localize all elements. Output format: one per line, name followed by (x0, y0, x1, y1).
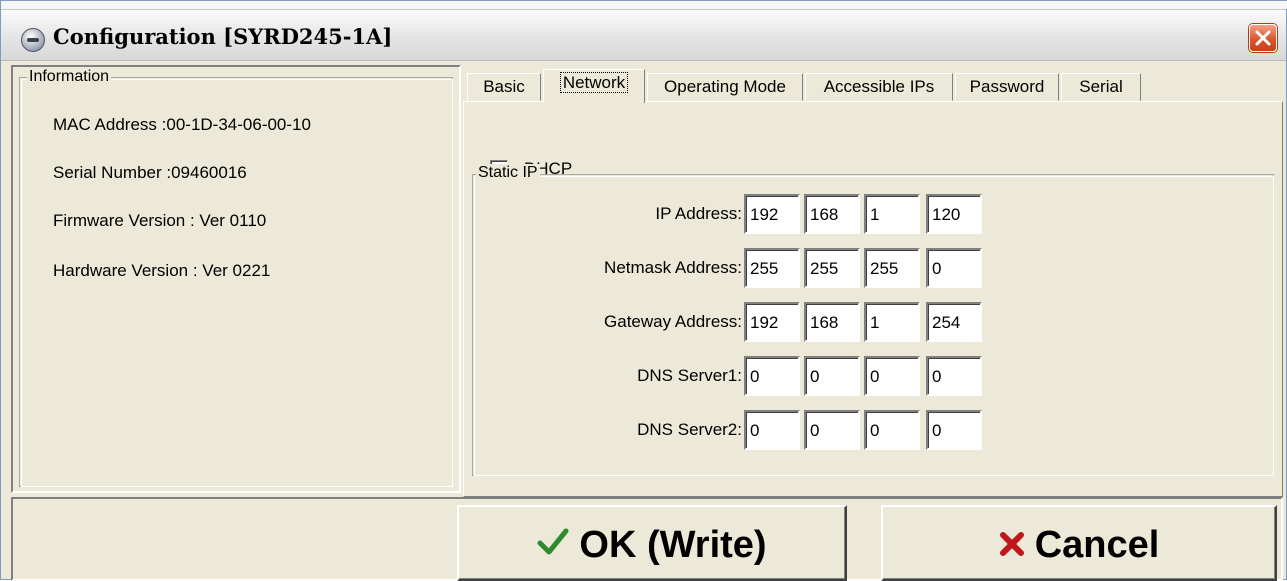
top-strip (1, 1, 1287, 9)
close-button[interactable] (1249, 24, 1277, 52)
tab-operating-mode[interactable]: Operating Mode (647, 73, 803, 101)
x-mark-icon (999, 509, 1025, 581)
ok-button-label: OK (Write) (579, 523, 767, 566)
cancel-button[interactable]: Cancel (881, 505, 1277, 581)
static-ip-legend: Static IP (476, 164, 540, 182)
ip-address-label: IP Address: (655, 204, 742, 223)
dns-server1-octet-1-input[interactable] (744, 356, 800, 396)
ip-address-octet-4-input[interactable] (926, 194, 982, 234)
tab-label: Password (969, 77, 1045, 96)
netmask-address-octet-2-input[interactable] (804, 248, 860, 288)
gateway-address-octet-3-input[interactable] (864, 302, 920, 342)
netmask-address-octet-1-input[interactable] (744, 248, 800, 288)
dns-server2-octet-4-input[interactable] (926, 410, 982, 450)
network-tab-page: DHCP Static IP IP Address:Netmask Addres… (463, 101, 1283, 497)
hardware-version-text: Hardware Version : Ver 0221 (53, 261, 271, 280)
tab-label: Serial (1079, 77, 1123, 96)
title-bar[interactable]: Configuration [SYRD245-1A] (1, 9, 1286, 61)
gateway-address-octet-1-input[interactable] (744, 302, 800, 342)
information-panel: Information MAC Address :00-1D-34-06-00-… (11, 65, 461, 493)
tab-label: Network (559, 72, 629, 93)
ip-address-octet-1-input[interactable] (744, 194, 800, 234)
dns-server1-octet-3-input[interactable] (864, 356, 920, 396)
dns-server2-octet-2-input[interactable] (804, 410, 860, 450)
dns-server2-label: DNS Server2: (637, 420, 742, 439)
netmask-address-row: Netmask Address: (464, 248, 994, 288)
dns-server2-row: DNS Server2: (464, 410, 994, 450)
gateway-address-row: Gateway Address: (464, 302, 994, 342)
gateway-address-octet-4-input[interactable] (926, 302, 982, 342)
gateway-address-octet-2-input[interactable] (804, 302, 860, 342)
dns-server1-row: DNS Server1: (464, 356, 994, 396)
tab-label: Basic (483, 77, 525, 96)
mac-address-text: MAC Address :00-1D-34-06-00-10 (53, 115, 311, 134)
dns-server1-octet-4-input[interactable] (926, 356, 982, 396)
device-icon (21, 28, 45, 52)
tab-password[interactable]: Password (955, 73, 1059, 101)
netmask-address-octet-3-input[interactable] (864, 248, 920, 288)
netmask-address-octet-4-input[interactable] (926, 248, 982, 288)
dns-server2-octet-3-input[interactable] (864, 410, 920, 450)
information-group (19, 77, 453, 487)
tab-serial[interactable]: Serial (1061, 73, 1141, 101)
configuration-window: Configuration [SYRD245-1A] Information M… (0, 0, 1287, 581)
tab-network[interactable]: Network (543, 69, 645, 103)
checkmark-icon (537, 509, 569, 581)
cancel-button-label: Cancel (1034, 523, 1160, 566)
close-icon (1255, 30, 1271, 46)
ip-address-row: IP Address: (464, 194, 994, 234)
gateway-address-label: Gateway Address: (604, 312, 742, 331)
tab-accessible-ips[interactable]: Accessible IPs (805, 73, 953, 101)
dns-server1-octet-2-input[interactable] (804, 356, 860, 396)
tab-control: DHCP Static IP IP Address:Netmask Addres… (463, 65, 1283, 497)
serial-number-text: Serial Number :09460016 (53, 163, 247, 182)
dns-server2-octet-1-input[interactable] (744, 410, 800, 450)
window-title: Configuration [SYRD245-1A] (53, 24, 393, 49)
ip-address-octet-3-input[interactable] (864, 194, 920, 234)
firmware-version-text: Firmware Version : Ver 0110 (53, 211, 267, 230)
netmask-address-label: Netmask Address: (604, 258, 742, 277)
tab-basic[interactable]: Basic (467, 73, 541, 101)
dns-server1-label: DNS Server1: (637, 366, 742, 385)
ok-write-button[interactable]: OK (Write) (457, 505, 847, 581)
tab-label: Accessible IPs (823, 77, 935, 96)
information-legend: Information (27, 68, 112, 86)
ip-address-octet-2-input[interactable] (804, 194, 860, 234)
tab-label: Operating Mode (664, 77, 786, 96)
